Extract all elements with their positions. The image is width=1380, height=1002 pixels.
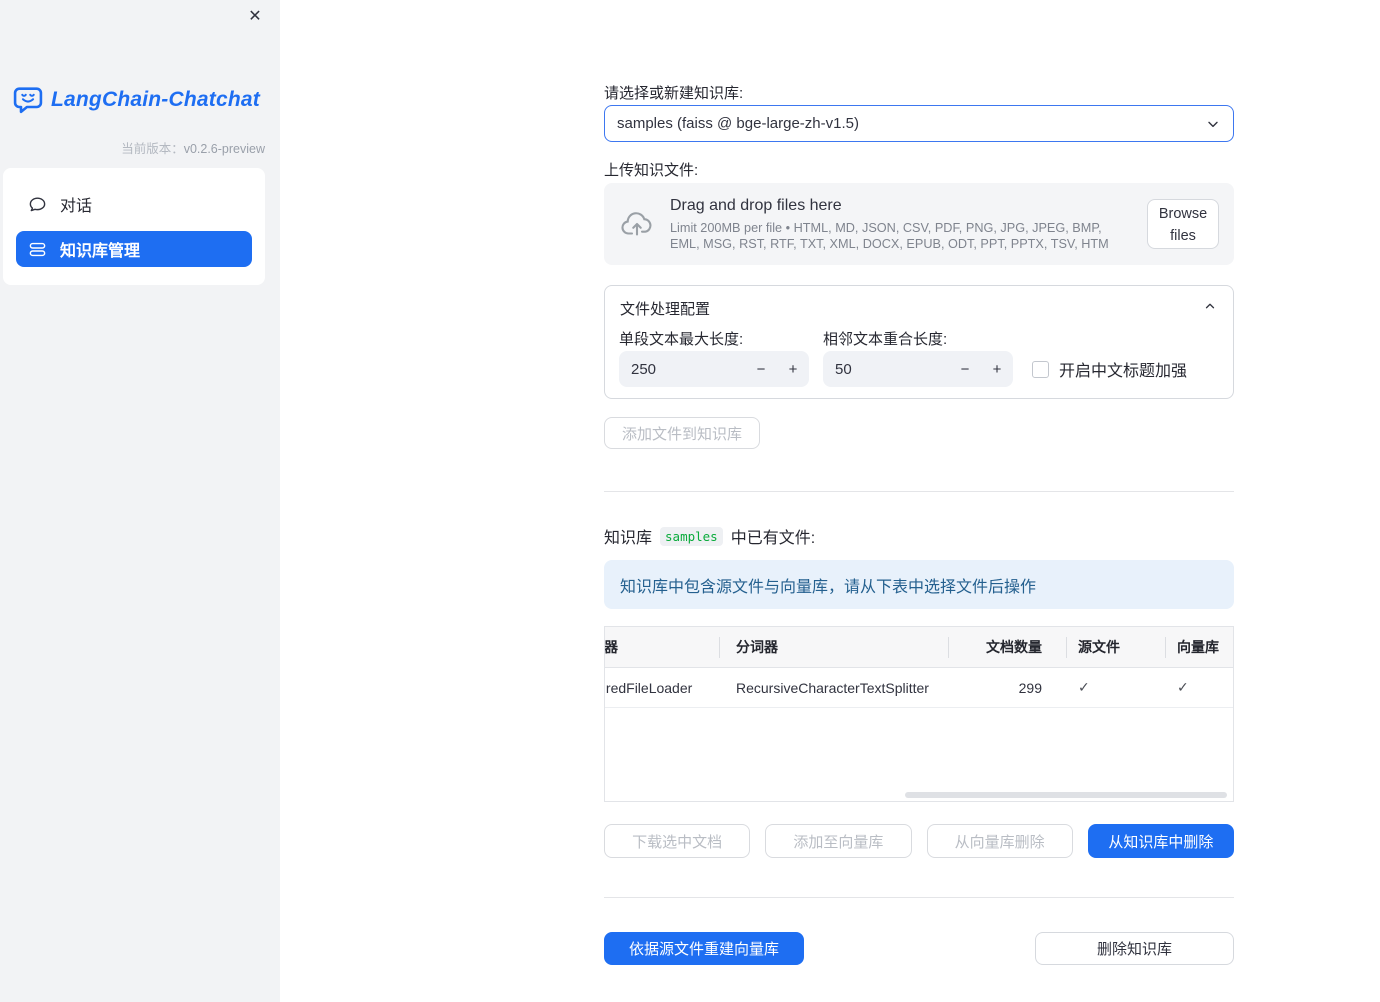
delete-from-vector-store-button[interactable]: 从向量库删除 <box>926 824 1073 858</box>
info-alert-text: 知识库中包含源文件与向量库，请从下表中选择文件后操作 <box>620 578 1037 596</box>
version-text: 当前版本：v0.2.6-preview <box>121 138 265 157</box>
divider <box>604 491 1234 492</box>
chunk-minus-button[interactable]: − <box>745 351 777 387</box>
cell-source-file: ✓ <box>1066 668 1165 707</box>
logo-chat-bubble-icon <box>13 87 43 114</box>
add-files-button[interactable]: 添加文件到知识库 <box>604 417 761 449</box>
table-header-row: 文档加载器 分词器 文档数量 源文件 向量库 <box>605 627 1233 668</box>
upload-label: 上传知识文件: <box>604 162 699 179</box>
kb-select[interactable]: samples (faiss @ bge-large-zh-v1.5) <box>604 105 1234 142</box>
rebuild-vector-store-button[interactable]: 依据源文件重建向量库 <box>604 932 804 965</box>
table-horizontal-scrollbar[interactable] <box>905 792 1227 798</box>
version-label: 当前版本： <box>121 142 184 156</box>
check-icon: ✓ <box>1078 679 1090 695</box>
app-page: ✕ LangChain-Chatchat 当前版本：v0.2.6-preview… <box>0 0 1380 1002</box>
file-config-expander: 文件处理配置 单段文本最大长度: 250 − + 相邻文本重合长度: 50 − … <box>604 285 1234 399</box>
kb-files-prefix: 知识库 <box>604 530 653 547</box>
chevron-down-icon <box>1205 116 1221 132</box>
knowledge-base-icon <box>29 242 46 256</box>
sidebar-item-label: 知识库管理 <box>60 243 141 260</box>
sidebar-menu: 对话 知识库管理 <box>3 168 265 285</box>
kb-files-suffix: 中已有文件: <box>730 530 816 547</box>
main-content: 请选择或新建知识库: samples (faiss @ bge-large-zh… <box>604 0 1234 1002</box>
kb-select-label: 请选择或新建知识库: <box>604 85 744 102</box>
check-icon: ✓ <box>1177 679 1189 695</box>
chevron-up-icon[interactable] <box>1203 299 1217 313</box>
overlap-plus-button[interactable]: + <box>981 351 1013 387</box>
delete-from-kb-button[interactable]: 从知识库中删除 <box>1087 824 1234 858</box>
header-vector-store: 向量库 <box>1165 627 1233 667</box>
zh-title-checkbox[interactable] <box>1032 360 1049 378</box>
zh-title-checkbox-row: 开启中文标题加强 <box>1032 351 1187 387</box>
info-alert: 知识库中包含源文件与向量库，请从下表中选择文件后操作 <box>604 560 1234 609</box>
overlap-size-input[interactable]: 50 − + <box>823 351 1013 387</box>
dropzone-limit: Limit 200MB per file • HTML, MD, JSON, C… <box>670 220 1109 251</box>
sidebar-item-label: 对话 <box>60 198 93 215</box>
dropzone-title: Drag and drop files here <box>670 196 842 214</box>
delete-kb-button[interactable]: 删除知识库 <box>1035 932 1234 965</box>
header-doc-count: 文档数量 <box>948 627 1066 667</box>
overlap-size-value: 50 <box>835 360 852 378</box>
kb-files-heading: 知识库 samples 中已有文件: <box>604 524 815 548</box>
sidebar-item-knowledge-base[interactable]: 知识库管理 <box>16 231 252 267</box>
table-row[interactable]: UnstructuredFileLoader RecursiveCharacte… <box>605 668 1233 708</box>
kb-select-value: samples (faiss @ bge-large-zh-v1.5) <box>617 115 859 132</box>
sidebar: ✕ LangChain-Chatchat 当前版本：v0.2.6-preview… <box>0 0 280 1002</box>
chat-bubble-icon <box>29 196 46 211</box>
cell-loader: UnstructuredFileLoader <box>605 679 693 696</box>
chunk-size-value: 250 <box>631 360 657 378</box>
file-action-buttons: 下载选中文档 添加至向量库 从向量库删除 从知识库中删除 <box>604 824 1234 858</box>
chunk-size-input[interactable]: 250 − + <box>619 351 809 387</box>
expander-title[interactable]: 文件处理配置 <box>620 298 710 319</box>
cell-vector-store: ✓ <box>1165 668 1233 707</box>
chunk-size-label: 单段文本最大长度: <box>619 331 744 348</box>
version-value: v0.2.6-preview <box>183 142 265 156</box>
download-selected-button[interactable]: 下载选中文档 <box>604 824 751 858</box>
kb-name-code: samples <box>660 526 723 546</box>
sidebar-item-dialogue[interactable]: 对话 <box>16 186 252 222</box>
dropzone-text: Drag and drop files here Limit 200MB per… <box>670 197 1132 252</box>
overlap-minus-button[interactable]: − <box>949 351 981 387</box>
header-source-file: 源文件 <box>1066 627 1165 667</box>
cloud-upload-icon <box>621 212 652 236</box>
divider <box>604 897 1234 898</box>
overlap-size-label: 相邻文本重合长度: <box>823 331 948 348</box>
logo-text: LangChain-Chatchat <box>51 88 260 111</box>
header-splitter: 分词器 <box>719 627 948 667</box>
app-logo: LangChain-Chatchat <box>12 86 260 114</box>
chunk-plus-button[interactable]: + <box>777 351 809 387</box>
browse-files-button[interactable]: Browse files <box>1147 199 1219 249</box>
header-loader: 文档加载器 <box>605 639 618 655</box>
file-dropzone[interactable]: Drag and drop files here Limit 200MB per… <box>604 183 1234 265</box>
cell-splitter: RecursiveCharacterTextSplitter <box>736 679 929 696</box>
cell-doc-count: 299 <box>1018 679 1042 696</box>
add-to-vector-store-button[interactable]: 添加至向量库 <box>765 824 912 858</box>
zh-title-checkbox-label: 开启中文标题加强 <box>1059 363 1188 380</box>
files-table[interactable]: 文档加载器 分词器 文档数量 源文件 向量库 UnstructuredFileL… <box>604 626 1234 802</box>
sidebar-close-icon[interactable]: ✕ <box>244 6 266 28</box>
